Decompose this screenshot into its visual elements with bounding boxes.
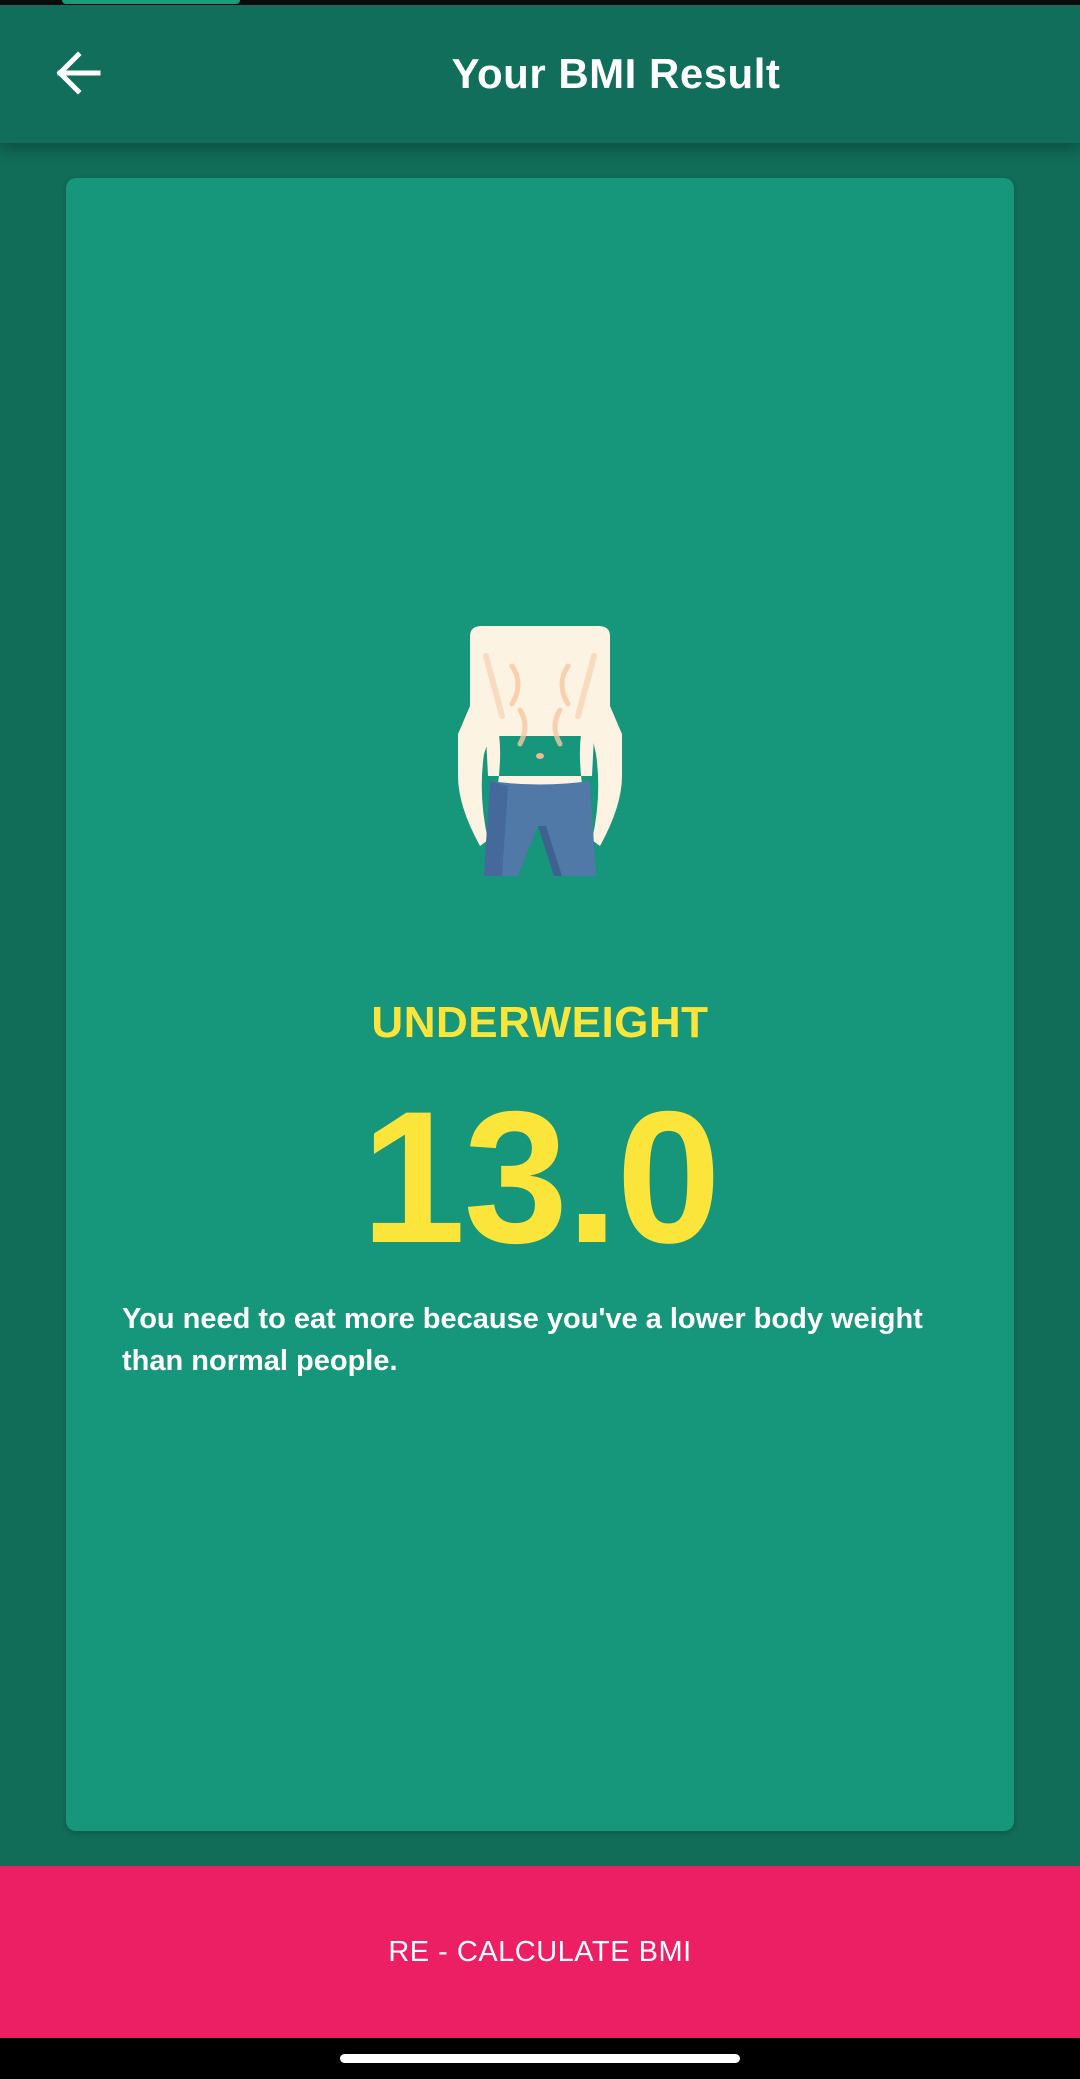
page-title-text: Your BMI Result: [451, 50, 781, 97]
app-bar: Your BMI Result: [0, 5, 1080, 143]
bmi-advice-text: You need to eat more because you've a lo…: [122, 1303, 923, 1377]
recalculate-bmi-button[interactable]: RE - CALCULATE BMI: [0, 1866, 1080, 2038]
thin-body-icon: [458, 626, 622, 876]
recalculate-bmi-label: RE - CALCULATE BMI: [388, 1935, 692, 1968]
page-title: Your BMI Result: [0, 5, 1080, 143]
bmi-value: 13.0: [361, 1072, 721, 1282]
status-indicator: [62, 0, 240, 4]
bmi-status-label: UNDERWEIGHT: [371, 998, 709, 1047]
result-card: UNDERWEIGHT 13.0 You need to eat more be…: [66, 178, 1014, 1831]
home-indicator[interactable]: [340, 2054, 740, 2063]
bmi-result-screen: Your BMI Result UNDERWEIGHT 13.0 You nee…: [0, 0, 1080, 2079]
system-navigation-bar: [0, 2038, 1080, 2079]
